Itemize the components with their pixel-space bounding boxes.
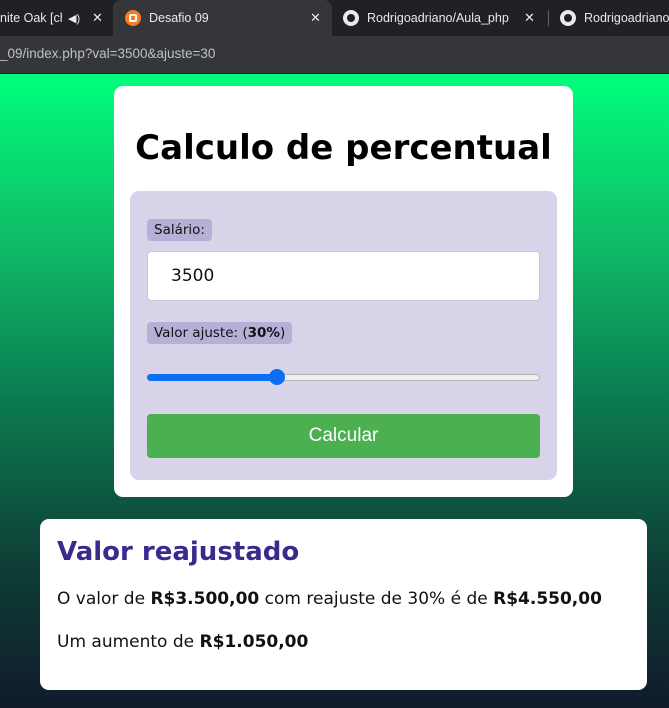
tab-desafio[interactable]: Desafio 09 ✕: [113, 0, 332, 36]
calc-form: Salário: 3500 Valor ajuste: (30%) Calcul…: [130, 191, 557, 480]
result-line-1: O valor de R$3.500,00 com reajuste de 30…: [57, 589, 602, 609]
tab-title: Rodrigoadriano/Aula_php: [367, 11, 509, 25]
github-icon: [560, 10, 576, 26]
salary-label: Salário:: [147, 219, 212, 241]
adjust-slider[interactable]: [147, 369, 540, 385]
close-icon[interactable]: ✕: [310, 10, 321, 26]
result-text: com reajuste de 30% é de: [259, 589, 494, 609]
tab-white-oak[interactable]: nite Oak [ch ◀) ✕: [0, 0, 112, 36]
page-title: Calculo de percentual: [135, 128, 552, 168]
slider-fill: [147, 374, 277, 381]
calculate-button[interactable]: Calcular: [147, 414, 540, 458]
address-bar[interactable]: _09/index.php?val=3500&ajuste=30: [0, 36, 669, 74]
adjust-label-suffix: ): [279, 325, 286, 341]
close-icon[interactable]: ✕: [92, 10, 103, 26]
speaker-icon[interactable]: ◀): [68, 12, 80, 25]
result-card: Valor reajustado O valor de R$3.500,00 c…: [40, 519, 647, 690]
tab-title: nite Oak [ch: [0, 11, 62, 25]
original-value: R$3.500,00: [150, 589, 260, 609]
adjust-label: Valor ajuste: (30%): [147, 322, 293, 344]
adjust-label-value: 30%: [247, 325, 280, 341]
slider-thumb[interactable]: [268, 369, 285, 385]
calculator-card: Calculo de percentual Salário: 3500 Valo…: [114, 86, 573, 497]
result-text: O valor de: [57, 589, 151, 609]
github-icon: [343, 10, 359, 26]
salary-input[interactable]: 3500: [147, 251, 540, 301]
close-icon[interactable]: ✕: [524, 10, 535, 26]
tab-github-aula[interactable]: Rodrigoadriano/Aula_php ✕: [333, 0, 547, 36]
result-line-2: Um aumento de R$1.050,00: [57, 632, 308, 652]
tab-title: Rodrigoadriano/: [584, 11, 669, 25]
result-text: Um aumento de: [57, 632, 200, 652]
tab-title: Desafio 09: [149, 11, 209, 25]
page-body: Calculo de percentual Salário: 3500 Valo…: [0, 74, 669, 708]
tab-strip: nite Oak [ch ◀) ✕ Desafio 09 ✕ Rodrigoad…: [0, 0, 669, 36]
url-text[interactable]: _09/index.php?val=3500&ajuste=30: [0, 46, 215, 61]
increase-value: R$1.050,00: [199, 632, 309, 652]
tab-github-2[interactable]: Rodrigoadriano/: [550, 0, 669, 36]
adjusted-value: R$4.550,00: [493, 589, 602, 609]
result-heading: Valor reajustado: [57, 537, 300, 567]
adjust-label-prefix: Valor ajuste: (: [154, 325, 248, 341]
xampp-icon: [125, 10, 141, 26]
tab-separator: [548, 10, 549, 26]
